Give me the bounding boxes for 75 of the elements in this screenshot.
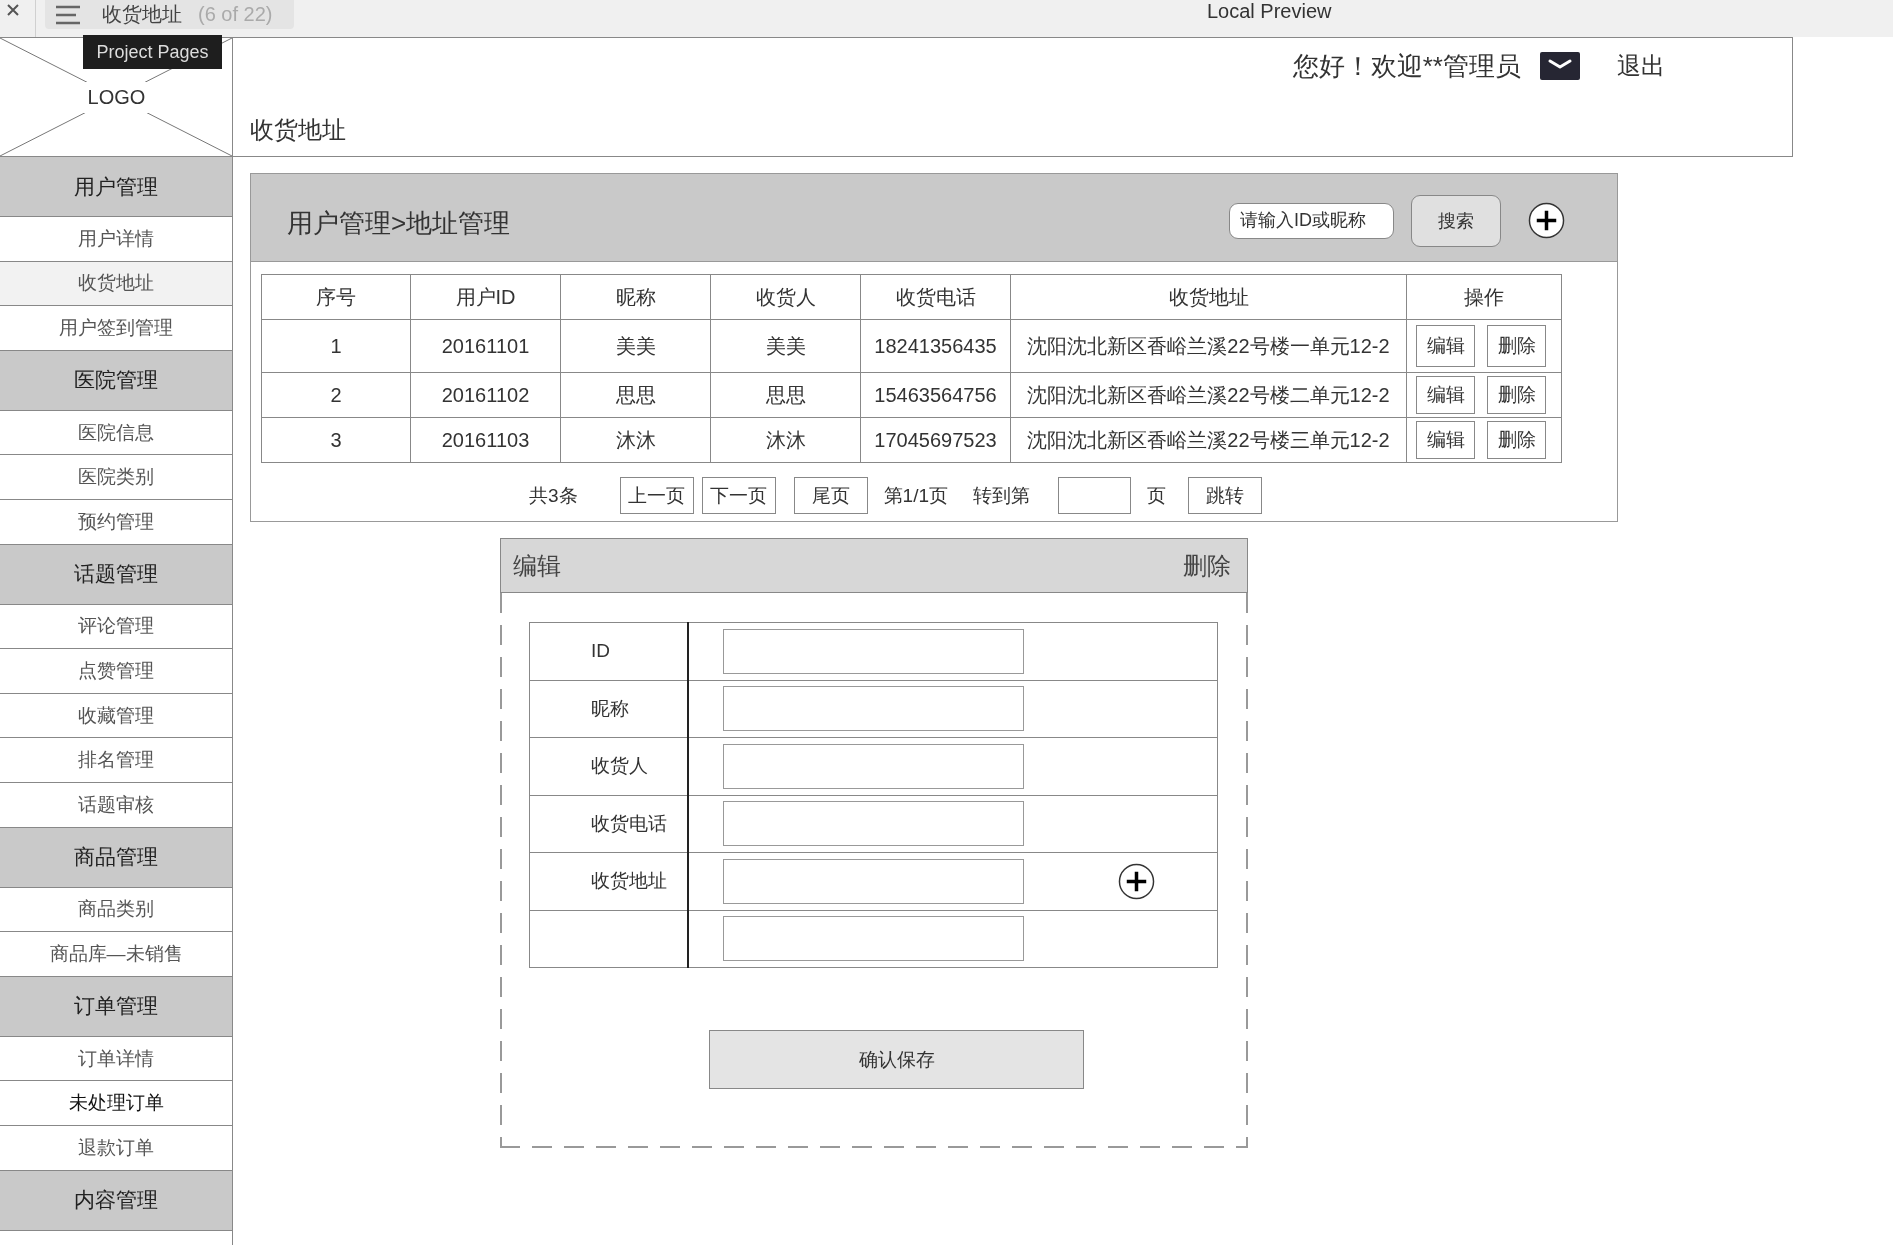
prev-page-button[interactable]: 上一页 <box>619 477 694 514</box>
sidebar-group-header[interactable]: 订单管理 <box>0 976 232 1037</box>
field-label: 昵称 <box>591 697 629 719</box>
table-cell: 3 <box>261 417 411 463</box>
table-cell: 17045697523 <box>860 417 1011 463</box>
table-cell: 美美 <box>710 319 861 373</box>
table-header-cell: 操作 <box>1406 274 1562 320</box>
table-cell: 18241356435 <box>860 319 1011 373</box>
sidebar-group-header[interactable]: 内容管理 <box>0 1170 232 1231</box>
edit-button[interactable]: 编辑 <box>1416 325 1475 367</box>
table-cell: 20161102 <box>410 372 561 418</box>
field-label: 收货电话 <box>591 812 667 834</box>
table-cell: 20161103 <box>410 417 561 463</box>
goto-label: 转到第 <box>973 483 1030 508</box>
table-header-cell: 序号 <box>261 274 411 320</box>
last-page-button[interactable]: 尾页 <box>793 477 868 514</box>
plus-circle-icon[interactable] <box>1528 202 1565 239</box>
menu-icon[interactable] <box>56 4 80 25</box>
preview-title: Local Preview <box>1207 0 1332 22</box>
table-cell: 沈阳沈北新区香峪兰溪22号楼二单元12-2 <box>1010 372 1407 418</box>
text-field[interactable] <box>723 916 1024 962</box>
table-cell: 1 <box>261 319 411 373</box>
table-cell: 20161101 <box>410 319 561 373</box>
next-page-button[interactable]: 下一页 <box>701 477 776 514</box>
field-label: 收货地址 <box>591 870 667 892</box>
delete-button[interactable]: 删除 <box>1487 421 1546 459</box>
breadcrumb-title: 用户管理>地址管理 <box>287 207 511 240</box>
table-cell: 沈阳沈北新区香峪兰溪22号楼一单元12-2 <box>1010 319 1407 373</box>
field-label: ID <box>591 640 610 662</box>
page-tab[interactable]: 收货地址 (6 of 22) <box>45 0 294 29</box>
edit-title: 编辑 <box>513 550 561 581</box>
edit-button[interactable]: 编辑 <box>1416 376 1475 414</box>
sidebar-item[interactable]: 收货地址 <box>0 261 232 307</box>
page-info: 第1/1页 <box>883 483 948 508</box>
delete-button[interactable]: 删除 <box>1487 325 1546 367</box>
delete-button[interactable]: 删除 <box>1487 376 1546 414</box>
text-field[interactable] <box>723 686 1024 732</box>
save-button[interactable]: 确认保存 <box>709 1030 1084 1089</box>
total-count: 共3条 <box>529 483 578 508</box>
text-field[interactable] <box>723 801 1024 847</box>
field-label: 收货人 <box>591 755 648 777</box>
table-cell: 沐沐 <box>560 417 711 463</box>
table-cell: 沈阳沈北新区香峪兰溪22号楼三单元12-2 <box>1010 417 1407 463</box>
sidebar-group-header[interactable]: 话题管理 <box>0 544 232 605</box>
delete-link[interactable]: 删除 <box>1183 549 1231 582</box>
goto-button[interactable]: 跳转 <box>1188 477 1262 514</box>
text-field[interactable] <box>723 858 1024 904</box>
search-field[interactable]: 请输入ID或昵称 <box>1229 202 1394 239</box>
table-cell: 2 <box>261 372 411 418</box>
sidebar-group-header[interactable]: 用户管理 <box>0 157 232 217</box>
page-title: 收货地址 <box>249 116 347 144</box>
plus-circle-icon[interactable] <box>1118 862 1155 900</box>
table-header-cell: 收货地址 <box>1010 274 1407 320</box>
close-icon[interactable] <box>7 4 19 16</box>
tooltip: Project Pages <box>83 35 222 69</box>
table-cell: 15463564756 <box>860 372 1011 418</box>
page-unit: 页 <box>1147 483 1166 508</box>
mail-icon[interactable] <box>1540 52 1580 80</box>
search-button[interactable]: 搜索 <box>1411 194 1501 247</box>
page-number-field[interactable] <box>1058 477 1131 514</box>
table-cell: 思思 <box>560 372 711 418</box>
table-header-cell: 收货电话 <box>860 274 1011 320</box>
table-header-cell: 昵称 <box>560 274 711 320</box>
table-header-cell: 收货人 <box>710 274 861 320</box>
table-header-cell: 用户ID <box>410 274 561 320</box>
sidebar-group-header[interactable]: 医院管理 <box>0 350 232 411</box>
text-field[interactable] <box>723 628 1024 674</box>
sidebar-group-header[interactable]: 商品管理 <box>0 827 232 888</box>
table-cell: 沐沐 <box>710 417 861 463</box>
greeting-text: 您好！欢迎**管理员 <box>1292 49 1521 83</box>
edit-button[interactable]: 编辑 <box>1416 421 1475 459</box>
table-cell: 美美 <box>560 319 711 373</box>
table-cell: 思思 <box>710 372 861 418</box>
text-field[interactable] <box>723 743 1024 789</box>
logout-link[interactable]: 退出 <box>1617 50 1665 82</box>
